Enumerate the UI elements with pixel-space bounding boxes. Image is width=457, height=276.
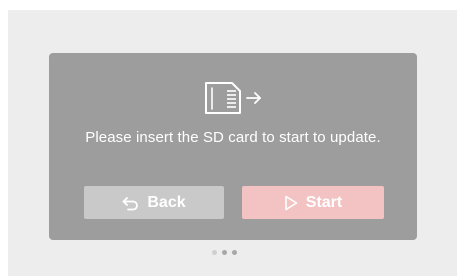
play-outline-icon: [284, 195, 298, 211]
update-dialog: Please insert the SD card to start to up…: [49, 53, 417, 240]
start-button-label: Start: [305, 193, 343, 211]
start-button[interactable]: Start: [242, 186, 384, 219]
update-message: Please insert the SD card to start to up…: [85, 129, 381, 146]
device-screen: Please insert the SD card to start to up…: [8, 10, 457, 276]
page-indicator: [212, 250, 237, 255]
back-button[interactable]: Back: [84, 186, 224, 219]
sd-card-insert-icon: [205, 82, 261, 114]
back-button-label: Back: [147, 193, 186, 211]
page-dot[interactable]: [212, 250, 217, 255]
undo-arrow-icon: [122, 195, 139, 211]
page-dot[interactable]: [232, 250, 237, 255]
page-dot[interactable]: [222, 250, 227, 255]
